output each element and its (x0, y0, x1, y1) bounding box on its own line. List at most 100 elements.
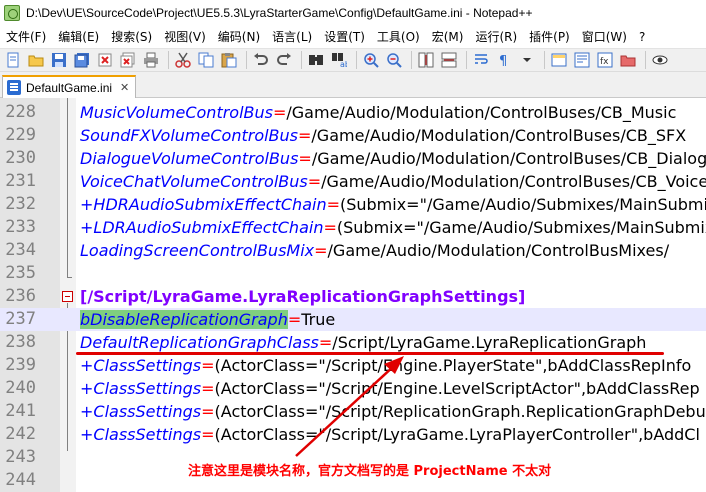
code-line[interactable]: 240 +ClassSettings=(ActorClass="/Script/E… (0, 377, 706, 400)
line-number: 228 (5, 102, 36, 122)
cut-icon[interactable] (173, 50, 193, 70)
indent-guide-icon[interactable] (549, 50, 569, 70)
code-text: +ClassSettings=(ActorClass="/Script/Engi… (80, 377, 700, 400)
line-number: 239 (5, 355, 36, 375)
zoom-out-icon[interactable] (384, 50, 404, 70)
print-icon[interactable] (141, 50, 161, 70)
code-line[interactable]: 235 (0, 262, 706, 285)
code-line[interactable]: 239 +ClassSettings=(ActorClass="/Script/E… (0, 354, 706, 377)
close-all-icon[interactable] (118, 50, 138, 70)
ini-value: /Game/Audio/Modulation/ControlBuses/CB_S… (311, 126, 687, 145)
menu-run[interactable]: 运行(R) (469, 26, 523, 48)
code-text: +ClassSettings=(ActorClass="/Script/Engi… (80, 354, 691, 377)
toolbar-separator (246, 51, 247, 69)
ini-value: (Submix="/Game/Audio/Submixes/MainSubmix (336, 218, 706, 237)
undo-icon[interactable] (251, 50, 271, 70)
code-line[interactable]: 237 bDisableReplicationGraph=True (0, 308, 706, 331)
folder-workspace-icon[interactable] (618, 50, 638, 70)
function-list-icon[interactable]: fx (595, 50, 615, 70)
menu-settings[interactable]: 设置(T) (318, 26, 371, 48)
ini-section-header: [/Script/LyraGame.LyraReplicationGraphSe… (80, 287, 526, 306)
line-number: 233 (5, 217, 36, 237)
toolbar-separator (645, 51, 646, 69)
menu-bar: 文件(F) 编辑(E) 搜索(S) 视图(V) 编码(N) 语言(L) 设置(T… (0, 26, 706, 48)
replace-icon[interactable]: ab (329, 50, 349, 70)
code-text: bDisableReplicationGraph=True (80, 308, 335, 331)
sync-horizontal-icon[interactable] (439, 50, 459, 70)
code-line[interactable]: 241 +ClassSettings=(ActorClass="/Script/R… (0, 400, 706, 423)
line-number: 235 (5, 263, 36, 283)
line-number: 231 (5, 171, 36, 191)
menu-plugins[interactable]: 插件(P) (523, 26, 576, 48)
code-line[interactable]: 230 DialogueVolumeControlBus=/Game/Audio/… (0, 147, 706, 170)
menu-encoding[interactable]: 编码(N) (212, 26, 266, 48)
notepadpp-logo-icon (4, 5, 20, 21)
ini-value: /Game/Audio/Modulation/ControlBuses/CB_M… (286, 103, 677, 122)
ini-key: VoiceChatVolumeControlBus (80, 172, 308, 191)
ini-key: LoadingScreenControlBusMix (80, 241, 315, 260)
code-line[interactable]: 233 +LDRAudioSubmixEffectChain=(Submix="/… (0, 216, 706, 239)
ini-equals: = (307, 172, 322, 191)
menu-file[interactable]: 文件(F) (0, 26, 52, 48)
save-all-icon[interactable] (72, 50, 92, 70)
close-icon[interactable] (95, 50, 115, 70)
editor-area[interactable]: 228 MusicVolumeControlBus=/Game/Audio/Mod… (0, 98, 706, 492)
save-icon[interactable] (49, 50, 69, 70)
ini-key: DialogueVolumeControlBus (80, 149, 299, 168)
code-line[interactable]: 231 VoiceChatVolumeControlBus=/Game/Audio… (0, 170, 706, 193)
title-bar: D:\Dev\UE\SourceCode\Project\UE5.5.3\Lyr… (0, 0, 706, 26)
code-text: +ClassSettings=(ActorClass="/Script/Lyra… (80, 423, 700, 446)
tab-defaultgame-ini[interactable]: DefaultGame.ini ✕ (2, 75, 136, 98)
ini-value: (ActorClass="/Script/ReplicationGraph.Re… (214, 402, 706, 421)
redo-icon[interactable] (274, 50, 294, 70)
line-number: 237 (5, 309, 36, 329)
code-line[interactable]: 242 +ClassSettings=(ActorClass="/Script/L… (0, 423, 706, 446)
code-text: DialogueVolumeControlBus=/Game/Audio/Mod… (80, 147, 706, 170)
line-number: 236 (5, 286, 36, 306)
open-file-icon[interactable] (26, 50, 46, 70)
sync-vertical-icon[interactable] (416, 50, 436, 70)
zoom-in-icon[interactable] (361, 50, 381, 70)
ini-value: (Submix="/Game/Audio/Submixes/MainSubmix (339, 195, 706, 214)
ini-key: +ClassSettings (80, 402, 202, 421)
menu-tools[interactable]: 工具(O) (371, 26, 426, 48)
copy-icon[interactable] (196, 50, 216, 70)
menu-help[interactable]: ? (633, 26, 651, 48)
code-line[interactable]: 229 SoundFXVolumeControlBus=/Game/Audio/M… (0, 124, 706, 147)
ini-key: MusicVolumeControlBus (80, 103, 273, 122)
menu-macro[interactable]: 宏(M) (426, 26, 470, 48)
code-line[interactable]: 238 DefaultReplicationGraphClass=/Script/… (0, 331, 706, 354)
menu-edit[interactable]: 编辑(E) (52, 26, 105, 48)
toolbar-separator (168, 51, 169, 69)
menu-language[interactable]: 语言(L) (266, 26, 318, 48)
ini-equals: = (272, 103, 287, 122)
line-number: 230 (5, 148, 36, 168)
tab-close-icon[interactable]: ✕ (120, 81, 129, 94)
code-line[interactable]: 232 +HDRAudioSubmixEffectChain=(Submix="/… (0, 193, 706, 216)
code-line[interactable]: 228 MusicVolumeControlBus=/Game/Audio/Mod… (0, 101, 706, 124)
dropdown-icon[interactable] (517, 50, 537, 70)
line-number: 240 (5, 378, 36, 398)
menu-window[interactable]: 窗口(W) (576, 26, 633, 48)
code-text: +HDRAudioSubmixEffectChain=(Submix="/Gam… (80, 193, 706, 216)
line-number: 229 (5, 125, 36, 145)
line-number: 238 (5, 332, 36, 352)
code-line[interactable]: 236 [/Script/LyraGame.LyraReplicationGrap… (0, 285, 706, 308)
menu-view[interactable]: 视图(V) (158, 26, 212, 48)
menu-search[interactable]: 搜索(S) (105, 26, 158, 48)
word-wrap-icon[interactable] (471, 50, 491, 70)
code-text: VoiceChatVolumeControlBus=/Game/Audio/Mo… (80, 170, 706, 193)
new-file-icon[interactable] (3, 50, 23, 70)
doc-map-icon[interactable] (572, 50, 592, 70)
code-text: LoadingScreenControlBusMix=/Game/Audio/M… (80, 239, 669, 262)
ini-equals: = (287, 310, 302, 329)
paste-icon[interactable] (219, 50, 239, 70)
code-line[interactable]: 234 LoadingScreenControlBusMix=/Game/Audi… (0, 239, 706, 262)
ini-equals: = (314, 241, 328, 260)
monitoring-icon[interactable] (650, 50, 670, 70)
line-number: 243 (5, 447, 36, 467)
find-icon[interactable] (306, 50, 326, 70)
tab-bar: DefaultGame.ini ✕ (0, 72, 706, 98)
ini-equals: = (201, 425, 215, 444)
show-all-chars-icon[interactable]: ¶ (494, 50, 514, 70)
